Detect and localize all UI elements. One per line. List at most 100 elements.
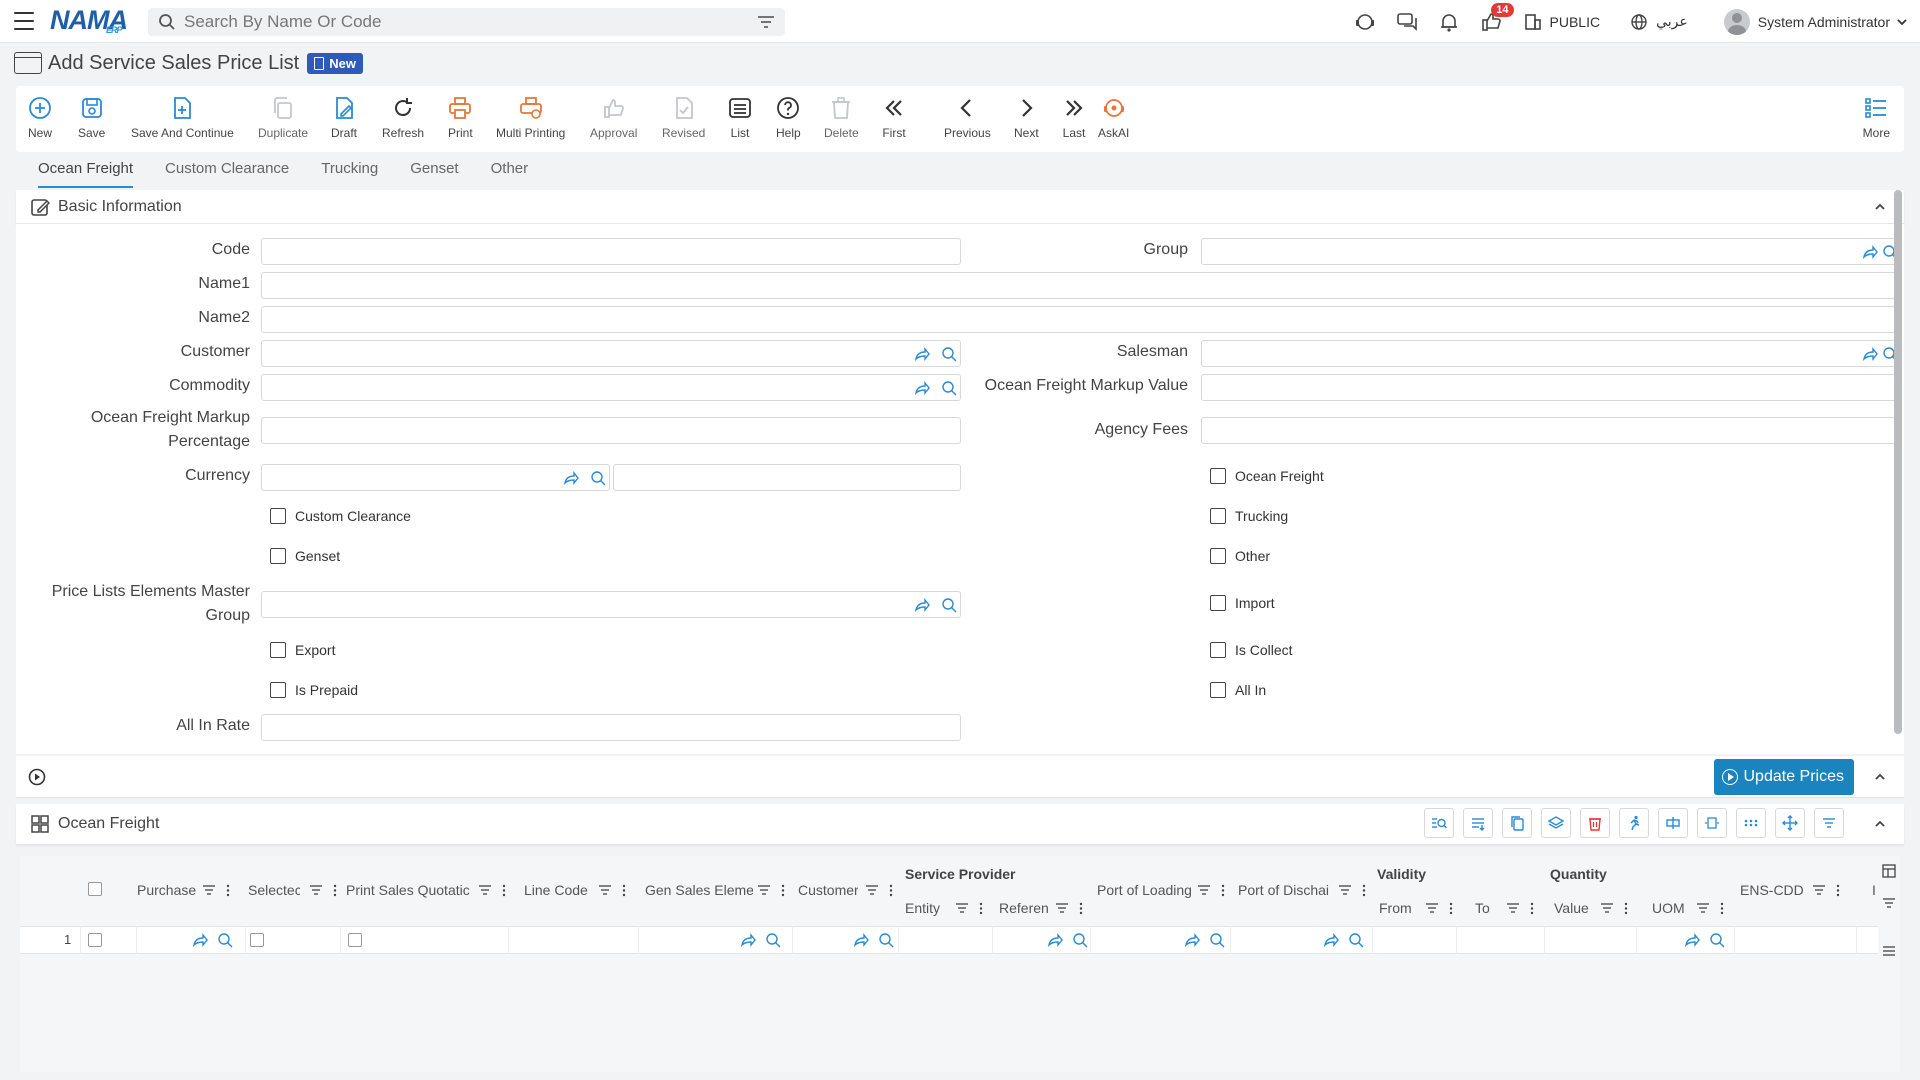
menu-icon[interactable] <box>1882 944 1896 958</box>
tab-ocean-freight[interactable]: Ocean Freight <box>38 160 134 188</box>
open-link-icon[interactable] <box>1862 346 1878 362</box>
print-button[interactable]: Print <box>448 96 473 140</box>
checkbox-box[interactable] <box>1210 508 1226 524</box>
ple-master-group-field[interactable] <box>261 591 961 618</box>
user-name[interactable]: System Administrator <box>1758 14 1890 30</box>
genset-checkbox[interactable]: Genset <box>270 548 340 564</box>
column-menu-icon[interactable] <box>1506 901 1542 917</box>
select-all-checkbox[interactable] <box>88 882 102 896</box>
lookup-icons[interactable] <box>1184 932 1226 948</box>
globe-icon[interactable] <box>1628 11 1650 33</box>
checkbox-box[interactable] <box>1210 595 1226 611</box>
open-link-icon[interactable] <box>914 346 930 362</box>
revised-button[interactable]: Revised <box>662 96 705 140</box>
app-logo[interactable]: NAMA ERP <box>50 5 128 37</box>
list-button[interactable]: List <box>728 96 752 140</box>
col-ens-cdd[interactable]: ENS-CDD <box>1740 882 1806 898</box>
trucking-checkbox[interactable]: Trucking <box>1210 508 1288 524</box>
is-collect-checkbox[interactable]: Is Collect <box>1210 642 1293 658</box>
tab-genset[interactable]: Genset <box>410 160 458 188</box>
last-button[interactable]: Last <box>1062 96 1086 140</box>
hamburger-menu-icon[interactable] <box>14 12 34 30</box>
grid-copy-button[interactable] <box>1502 808 1532 838</box>
col-gen-sales-element[interactable]: Gen Sales Eleme <box>645 882 753 898</box>
checkbox-box[interactable] <box>270 642 286 658</box>
form-scrollbar[interactable] <box>1894 190 1902 734</box>
checkbox-box[interactable] <box>1210 548 1226 564</box>
lookup-icons[interactable] <box>1323 932 1365 948</box>
filter-icon[interactable] <box>757 15 775 29</box>
all-in-checkbox[interactable]: All In <box>1210 682 1266 698</box>
avatar[interactable] <box>1723 8 1750 35</box>
lookup-icons[interactable] <box>1047 932 1089 948</box>
col-selected[interactable]: Selectec <box>248 882 300 898</box>
col-port-of-discharge[interactable]: Port of Dischai <box>1238 882 1334 898</box>
save-and-continue-button[interactable]: Save And Continue <box>131 96 234 140</box>
col-purchase[interactable]: Purchase I <box>137 882 199 898</box>
col-from[interactable]: From <box>1379 900 1419 916</box>
grid-add-row-button[interactable] <box>1463 808 1493 838</box>
checkbox-box[interactable] <box>1210 468 1226 484</box>
company-label[interactable]: PUBLIC <box>1550 14 1601 30</box>
checkbox-box[interactable] <box>1210 682 1226 698</box>
row-select-checkbox[interactable] <box>88 933 102 947</box>
lookup-search-icon[interactable] <box>941 597 957 613</box>
tab-custom-clearance[interactable]: Custom Clearance <box>165 160 289 188</box>
chevron-up-icon[interactable] <box>1874 818 1886 830</box>
column-menu-icon[interactable] <box>1197 883 1233 899</box>
import-checkbox[interactable]: Import <box>1210 595 1275 611</box>
group-field[interactable] <box>1201 238 1901 265</box>
grid-search-button[interactable] <box>1424 808 1454 838</box>
is-prepaid-checkbox[interactable]: Is Prepaid <box>270 682 358 698</box>
column-menu-icon[interactable] <box>757 883 793 899</box>
lookup-search-icon[interactable] <box>590 470 606 486</box>
lookup-icons[interactable] <box>853 932 895 948</box>
checkbox-box[interactable] <box>1210 642 1226 658</box>
column-menu-icon[interactable] <box>865 883 901 899</box>
checkbox-box[interactable] <box>270 548 286 564</box>
filter-icon[interactable] <box>1882 896 1896 910</box>
chevron-up-icon[interactable] <box>1874 201 1886 213</box>
more-button[interactable]: More <box>1863 96 1890 140</box>
previous-button[interactable]: Previous <box>944 96 991 140</box>
grid-filter-button[interactable] <box>1814 808 1844 838</box>
column-menu-icon[interactable] <box>1338 883 1374 899</box>
checkbox-box[interactable] <box>270 508 286 524</box>
currency-name-field[interactable] <box>613 464 961 491</box>
open-link-icon[interactable] <box>563 470 579 486</box>
customer-field[interactable] <box>261 340 961 367</box>
tab-other[interactable]: Other <box>491 160 529 188</box>
column-menu-icon[interactable] <box>478 883 514 899</box>
salesman-field[interactable] <box>1201 340 1901 367</box>
grid-move-button[interactable] <box>1775 808 1805 838</box>
bell-icon[interactable] <box>1438 11 1460 33</box>
checkbox-box[interactable] <box>270 682 286 698</box>
grid-layers-button[interactable] <box>1541 808 1571 838</box>
chat-icon[interactable] <box>1396 11 1418 33</box>
play-circle-icon[interactable] <box>28 768 46 786</box>
lookup-icons[interactable] <box>1684 932 1726 948</box>
row-selected-checkbox[interactable] <box>250 933 264 947</box>
columns-icon[interactable] <box>1882 864 1896 878</box>
column-menu-icon[interactable] <box>955 901 991 917</box>
currency-field[interactable] <box>261 464 610 491</box>
multi-printing-button[interactable]: Multi Printing <box>496 96 565 140</box>
of-markup-pct-field[interactable] <box>261 417 961 444</box>
export-checkbox[interactable]: Export <box>270 642 335 658</box>
grid-dots-button[interactable] <box>1736 808 1766 838</box>
other-checkbox[interactable]: Other <box>1210 548 1270 564</box>
grid-delete-button[interactable] <box>1580 808 1610 838</box>
column-menu-icon[interactable] <box>1425 901 1461 917</box>
col-line-code[interactable]: Line Code <box>524 882 594 898</box>
of-markup-value-field[interactable] <box>1201 374 1901 401</box>
basic-info-header[interactable]: Basic Information <box>16 190 1904 224</box>
new-button[interactable]: New <box>28 96 52 140</box>
save-button[interactable]: Save <box>78 96 105 140</box>
custom-clearance-checkbox[interactable]: Custom Clearance <box>270 508 411 524</box>
name1-field[interactable] <box>261 272 1901 299</box>
commodity-field[interactable] <box>261 374 961 401</box>
lookup-icons[interactable] <box>740 932 782 948</box>
col-print-sales-quotation[interactable]: Print Sales Quotatic <box>346 882 474 898</box>
row-print-sales-checkbox[interactable] <box>348 933 362 947</box>
first-button[interactable]: First <box>882 96 906 140</box>
